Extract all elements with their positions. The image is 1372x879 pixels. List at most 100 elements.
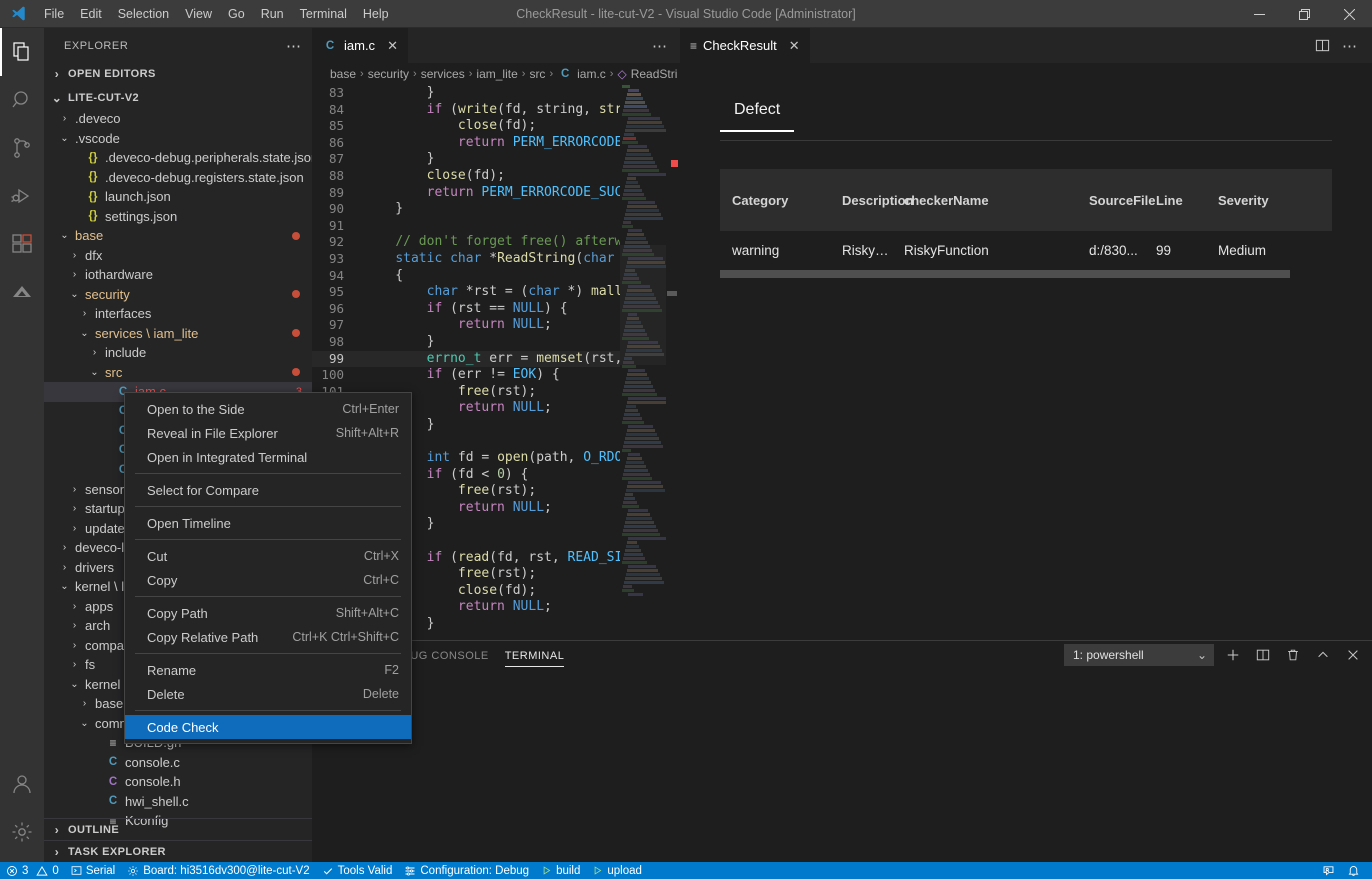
tree-file-row[interactable]: {} .deveco-debug.peripherals.state.json xyxy=(44,148,312,168)
tab-terminal[interactable]: TERMINAL xyxy=(504,641,565,671)
terminal-output[interactable] xyxy=(312,671,1372,861)
menu-item-cut[interactable]: Cut Ctrl+X xyxy=(125,544,411,568)
tree-file-row[interactable]: Chwi_shell.c xyxy=(44,792,312,812)
menu-help[interactable]: Help xyxy=(355,0,397,28)
maximize-panel-button[interactable] xyxy=(1312,644,1334,666)
new-terminal-button[interactable] xyxy=(1222,644,1244,666)
breadcrumb-item-5[interactable]: iam.c xyxy=(577,67,606,81)
editor-more-actions[interactable]: ⋯ xyxy=(652,28,680,63)
status-upload[interactable]: upload xyxy=(586,862,648,879)
col-checkername[interactable]: checkerName xyxy=(892,169,1077,231)
tree-folder-row[interactable]: ⌄ .vscode xyxy=(44,129,312,149)
menu-run[interactable]: Run xyxy=(253,0,292,28)
status-feedback[interactable] xyxy=(1316,862,1341,879)
menu-view[interactable]: View xyxy=(177,0,220,28)
section-task-explorer[interactable]: › TASK EXPLORER xyxy=(44,840,312,862)
split-editor-icon[interactable] xyxy=(1315,38,1330,53)
col-category[interactable]: Category xyxy=(720,169,830,231)
menu-go[interactable]: Go xyxy=(220,0,253,28)
tree-file-row[interactable]: {} settings.json xyxy=(44,207,312,227)
menu-edit[interactable]: Edit xyxy=(72,0,110,28)
close-button[interactable] xyxy=(1327,0,1372,28)
minimize-button[interactable] xyxy=(1237,0,1282,28)
tree-file-row[interactable]: {} .deveco-debug.registers.state.json xyxy=(44,168,312,188)
activity-deveco[interactable] xyxy=(0,268,44,316)
status-serial[interactable]: Serial xyxy=(65,862,121,879)
tree-folder-row[interactable]: › iothardware xyxy=(44,265,312,285)
tab-label: iam.c xyxy=(344,38,376,53)
menu-item-delete[interactable]: Delete Delete xyxy=(125,682,411,706)
sidebar-more-actions[interactable]: ⋯ xyxy=(286,37,302,55)
menu-terminal[interactable]: Terminal xyxy=(292,0,355,28)
split-terminal-button[interactable] xyxy=(1252,644,1274,666)
terminal-select[interactable]: 1: powershell ⌄ xyxy=(1064,644,1214,666)
activity-run-debug[interactable] xyxy=(0,172,44,220)
breadcrumb-item-6[interactable]: ReadStri xyxy=(631,67,678,81)
tree-folder-row[interactable]: › interfaces xyxy=(44,304,312,324)
kill-terminal-button[interactable] xyxy=(1282,644,1304,666)
tree-folder-row[interactable]: ⌄ base xyxy=(44,226,312,246)
activity-explorer[interactable] xyxy=(0,28,44,76)
activity-search[interactable] xyxy=(0,76,44,124)
menu-bar[interactable]: File Edit Selection View Go Run Terminal… xyxy=(36,0,397,28)
activity-source-control[interactable] xyxy=(0,124,44,172)
col-sourcefile[interactable]: SourceFile xyxy=(1077,169,1155,231)
col-description[interactable]: Description xyxy=(830,169,914,231)
status-build[interactable]: build xyxy=(535,862,586,879)
table-row[interactable]: warning Risky f... RiskyFunction d:/830... 9… xyxy=(720,231,1332,270)
tab-close-icon[interactable]: ✕ xyxy=(387,38,398,54)
activity-extensions[interactable] xyxy=(0,220,44,268)
status-configuration[interactable]: Configuration: Debug xyxy=(398,862,535,879)
breadcrumb-item-2[interactable]: services xyxy=(421,67,465,81)
minimap[interactable] xyxy=(620,85,666,640)
tree-file-row[interactable]: Cconsole.c xyxy=(44,753,312,773)
close-panel-button[interactable] xyxy=(1342,644,1364,666)
scrollbar-handle[interactable] xyxy=(667,291,677,296)
status-tools[interactable]: Tools Valid xyxy=(316,862,399,879)
status-board[interactable]: Board: hi3516dv300@lite-cut-V2 xyxy=(121,862,315,879)
menu-item-open-to-the-side[interactable]: Open to the Side Ctrl+Enter xyxy=(125,397,411,421)
window-controls[interactable] xyxy=(1237,0,1372,28)
menu-item-rename[interactable]: Rename F2 xyxy=(125,658,411,682)
tab-iam-c[interactable]: C iam.c ✕ xyxy=(312,28,409,63)
tab-checkresult[interactable]: ≡ CheckResult ✕ xyxy=(680,28,810,63)
breadcrumb[interactable]: base › security › services › iam_lite › … xyxy=(312,63,680,85)
menu-file[interactable]: File xyxy=(36,0,72,28)
menu-item-copy-relative-path[interactable]: Copy Relative Path Ctrl+K Ctrl+Shift+C xyxy=(125,625,411,649)
tree-file-row[interactable]: Cconsole.h xyxy=(44,772,312,792)
menu-item-reveal-in-file-explorer[interactable]: Reveal in File Explorer Shift+Alt+R xyxy=(125,421,411,445)
more-actions-icon[interactable]: ⋯ xyxy=(1342,37,1358,55)
menu-selection[interactable]: Selection xyxy=(110,0,177,28)
breadcrumb-item-0[interactable]: base xyxy=(330,67,356,81)
menu-item-open-timeline[interactable]: Open Timeline xyxy=(125,511,411,535)
breadcrumb-item-1[interactable]: security xyxy=(368,67,409,81)
section-workspace-root[interactable]: ⌄ LITE-CUT-V2 xyxy=(44,87,312,109)
tree-file-row[interactable]: {} launch.json xyxy=(44,187,312,207)
activity-settings[interactable] xyxy=(0,808,44,856)
col-severity[interactable]: Severity xyxy=(1206,169,1332,231)
menu-item-select-for-compare[interactable]: Select for Compare xyxy=(125,478,411,502)
section-outline[interactable]: › OUTLINE xyxy=(44,818,312,840)
tree-folder-row[interactable]: › .deveco xyxy=(44,109,312,129)
breadcrumb-item-3[interactable]: iam_lite xyxy=(476,67,517,81)
menu-item-copy-path[interactable]: Copy Path Shift+Alt+C xyxy=(125,601,411,625)
tree-folder-row[interactable]: › include xyxy=(44,343,312,363)
menu-item-code-check[interactable]: Code Check xyxy=(125,715,411,739)
tab-close-icon[interactable]: ✕ xyxy=(789,38,800,54)
breadcrumb-item-4[interactable]: src xyxy=(529,67,545,81)
maximize-button[interactable] xyxy=(1282,0,1327,28)
tree-folder-row[interactable]: ⌄ src xyxy=(44,363,312,383)
status-notifications[interactable] xyxy=(1341,862,1372,879)
tree-folder-row[interactable]: ⌄ services \ iam_lite xyxy=(44,324,312,344)
section-open-editors[interactable]: › OPEN EDITORS xyxy=(44,63,312,85)
tree-folder-row[interactable]: ⌄ security xyxy=(44,285,312,305)
tree-folder-row[interactable]: › dfx xyxy=(44,246,312,266)
activity-accounts[interactable] xyxy=(0,760,44,808)
menu-item-copy[interactable]: Copy Ctrl+C xyxy=(125,568,411,592)
status-problems[interactable]: 3 0 xyxy=(0,862,65,879)
table-horizontal-scrollbar[interactable] xyxy=(720,270,1332,278)
menu-item-open-in-integrated-terminal[interactable]: Open in Integrated Terminal xyxy=(125,445,411,469)
tab-defect[interactable]: Defect xyxy=(720,97,795,132)
file-context-menu[interactable]: Open to the Side Ctrl+Enter Reveal in File… xyxy=(124,392,412,744)
editor-scrollbar[interactable] xyxy=(666,85,680,640)
